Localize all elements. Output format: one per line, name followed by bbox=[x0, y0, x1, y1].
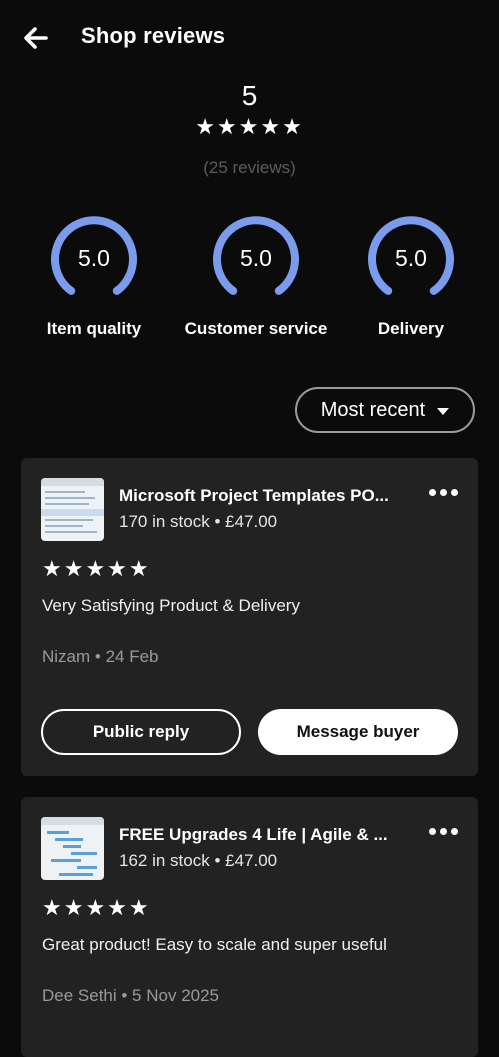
gauge-label: Delivery bbox=[377, 319, 445, 338]
review-text: Very Satisfying Product & Delivery bbox=[42, 596, 300, 615]
back-button[interactable] bbox=[20, 22, 52, 54]
page-title: Shop reviews bbox=[81, 23, 226, 48]
product-thumbnail[interactable] bbox=[41, 478, 104, 541]
reviewer-info: Dee Sethi • 5 Nov 2025 bbox=[42, 986, 220, 1005]
more-options-button[interactable] bbox=[426, 482, 460, 502]
overall-rating: 5 bbox=[241, 80, 258, 111]
more-options-button[interactable] bbox=[426, 821, 460, 841]
sort-dropdown[interactable]: Most recent bbox=[295, 387, 475, 433]
gauge-value: 5.0 bbox=[395, 245, 427, 271]
review-count: (25 reviews) bbox=[203, 158, 296, 177]
product-thumbnail[interactable] bbox=[41, 817, 104, 880]
gauge-label: Item quality bbox=[46, 319, 142, 338]
top-bar: Shop reviews bbox=[0, 0, 499, 74]
review-card: Microsoft Project Templates PO... 170 in… bbox=[21, 458, 478, 776]
caret-down-icon bbox=[437, 408, 450, 415]
product-meta: 170 in stock • £47.00 bbox=[119, 512, 278, 531]
gauge-value: 5.0 bbox=[78, 245, 110, 271]
gauge-customer-service: 5.0 Customer service bbox=[185, 214, 327, 338]
public-reply-button[interactable]: Public reply bbox=[41, 709, 241, 755]
product-title[interactable]: Microsoft Project Templates PO... bbox=[119, 486, 409, 506]
more-dots-icon bbox=[428, 827, 436, 835]
gauge-value: 5.0 bbox=[240, 245, 272, 271]
message-buyer-button[interactable]: Message buyer bbox=[258, 709, 458, 755]
review-stars: ★★★★★ bbox=[42, 556, 151, 581]
arrow-left-icon bbox=[24, 27, 48, 49]
gauge-label: Customer service bbox=[184, 319, 328, 338]
product-title[interactable]: FREE Upgrades 4 Life | Agile & ... bbox=[119, 825, 409, 845]
gauge-item-quality: 5.0 Item quality bbox=[39, 214, 149, 338]
product-meta: 162 in stock • £47.00 bbox=[119, 851, 278, 870]
gauge-delivery: 5.0 Delivery bbox=[356, 214, 466, 338]
sort-label: Most recent bbox=[320, 398, 426, 421]
more-dots-icon bbox=[428, 488, 436, 496]
reviewer-info: Nizam • 24 Feb bbox=[42, 647, 159, 666]
review-text: Great product! Easy to scale and super u… bbox=[42, 935, 387, 954]
review-card: FREE Upgrades 4 Life | Agile & ... 162 i… bbox=[21, 797, 478, 1057]
review-stars: ★★★★★ bbox=[42, 895, 151, 920]
overall-stars: ★★★★★ bbox=[195, 114, 304, 139]
